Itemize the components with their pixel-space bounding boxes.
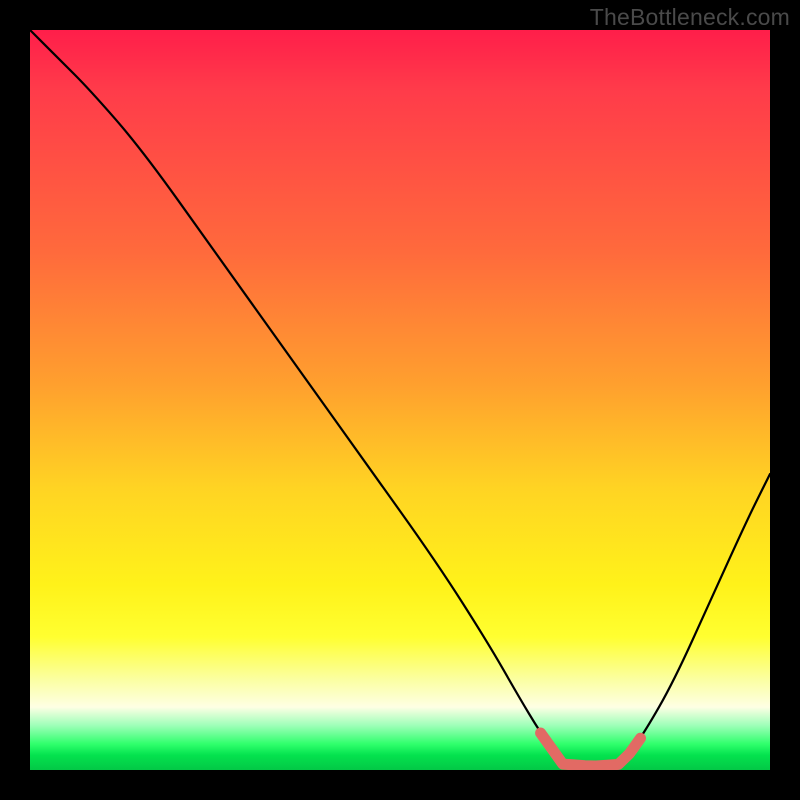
bottleneck-curve [30,30,770,766]
plot-area [30,30,770,770]
watermark-text: TheBottleneck.com [590,4,790,31]
chart-frame: TheBottleneck.com [0,0,800,800]
optimal-range-highlight [541,733,641,766]
curve-layer [30,30,770,770]
